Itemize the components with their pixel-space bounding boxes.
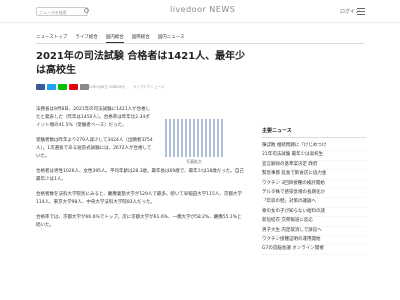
- article-photo[interactable]: 写真拡大: [160, 114, 228, 166]
- article-paragraph: 合格者数を法科大学院別にみると、慶應義塾大学が129人で最多。続いて早稲田大学1…: [36, 192, 242, 205]
- nav-divider: [36, 43, 364, 44]
- facebook-share-button[interactable]: [36, 84, 45, 90]
- article-title: 2021年の司法試験 合格者は1421人、最年少は高校生: [36, 51, 246, 76]
- sidebar-news-item[interactable]: G7の首脳会議 オンライン開催: [262, 245, 366, 255]
- article-paragraph: 法務省は9月8日、2021年の司法試験に1421人が合格したと発表した（昨年は1…: [36, 107, 151, 128]
- site-logo[interactable]: livedoor NEWS: [170, 5, 235, 14]
- nav-item-domestic[interactable]: 国内総合: [105, 34, 124, 43]
- article-paragraph: 合格率では、京都大学が66.6%でトップ。次に京都大学が61.6%、一橋大学が5…: [36, 215, 242, 228]
- menu-icon[interactable]: [357, 8, 365, 15]
- article-paragraph: 受験者数は昨年より279人減少して3424人（出願者3754人）。1次選抜である…: [36, 138, 153, 159]
- sidebar-news-item[interactable]: 21年司法試験 最年少は高校生: [262, 151, 366, 161]
- search-input[interactable]: ニュースを検索: [36, 7, 88, 16]
- sidebar-news-item[interactable]: デルタ株で感染急増の長期化か: [262, 189, 366, 199]
- twitter-share-button[interactable]: [47, 84, 56, 90]
- line-share-button[interactable]: [58, 84, 67, 90]
- sidebar-news-item[interactable]: 男子大生 内定取消しで訴訟へ: [262, 227, 366, 237]
- sidebar-news-item[interactable]: 宣言解除の基準案決定 政府: [262, 161, 366, 171]
- sidebar-main-news: 主要ニュース 陳ぽ敗 相続問題に「けじめつけ 21年司法試験 最年少は高校生 宣…: [262, 127, 366, 255]
- sidebar-news-item[interactable]: ワクチン 3回目接種の検討開始: [262, 180, 366, 190]
- sidebar-news-item[interactable]: 新垣結衣 交際報道に反応: [262, 217, 366, 227]
- nav-item-top[interactable]: ニューストップ: [36, 34, 67, 43]
- breadcrumb-nav: ニューストップ ライフ総合 国内総合 国際総合 国内ニュース: [36, 34, 185, 43]
- site-header: ニュースを検索 livedoor NEWS ログイン: [0, 0, 400, 23]
- sidebar-news-item[interactable]: 陳ぽ敗 相続問題に「けじめつけ: [262, 142, 366, 152]
- article-source[interactable]: ライブドアニュース: [133, 85, 164, 90]
- sidebar-title: 主要ニュース: [262, 127, 366, 138]
- article-paragraph: 合格者は男性1026人、女性395人。平均年齢は28.3歳。最年長は69歳で、最…: [36, 169, 244, 182]
- sidebar-news-item[interactable]: 「年収の壁」対策の議論へ: [262, 198, 366, 208]
- nav-item-life[interactable]: ライフ総合: [75, 34, 98, 43]
- nav-item-news[interactable]: 国内ニュース: [158, 34, 185, 43]
- sidebar-news-item[interactable]: 緊急事態 延長で飲食店に協力金: [262, 170, 366, 180]
- nav-item-international[interactable]: 国際総合: [132, 34, 150, 43]
- article-image[interactable]: [165, 119, 223, 157]
- sidebar-news-item[interactable]: ワクチン接種証明の運用開始: [262, 236, 366, 246]
- share-buttons: [36, 84, 89, 90]
- search-icon[interactable]: [84, 8, 89, 13]
- sidebar-news-item[interactable]: 寮の女の子が知らない給料の謎: [262, 208, 366, 218]
- article-meta: 2021年9月8日 20時26分 ライブドアニュース: [84, 85, 164, 90]
- hatena-share-button[interactable]: [69, 84, 78, 90]
- photo-caption[interactable]: 写真拡大: [160, 159, 228, 165]
- article-date: 2021年9月8日 20時26分: [84, 85, 125, 89]
